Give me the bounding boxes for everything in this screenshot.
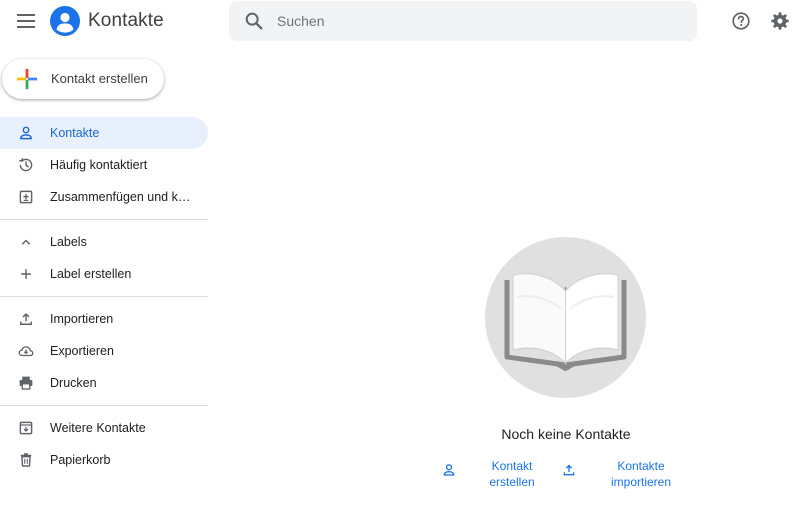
trash-icon (20, 453, 32, 467)
open-book-icon (504, 273, 627, 371)
contacts-logo-icon (56, 12, 74, 33)
archive-icon (19, 421, 33, 435)
sidebar-item-other-contacts[interactable]: Weitere Kontakte (0, 412, 208, 444)
import-contacts-link-line2: importieren (610, 475, 672, 489)
sidebar-divider (0, 405, 208, 406)
sidebar-item-export[interactable]: Exportieren (0, 335, 208, 367)
empty-state-message: Noch keine Kontakte (501, 426, 631, 442)
sidebar-item-label: Zusammenfügen und k… (50, 190, 191, 204)
sidebar-item-frequently-contacted[interactable]: Häufig kontaktiert (0, 149, 208, 181)
empty-state-illustration (485, 237, 646, 398)
sidebar-item-import[interactable]: Importieren (0, 303, 208, 335)
create-contact-link-line2: erstellen (489, 475, 535, 489)
sidebar-item-label: Häufig kontaktiert (50, 158, 148, 172)
sidebar-item-labels-toggle[interactable]: Labels (0, 226, 208, 258)
create-contact-link[interactable]: Kontakt erstellen (441, 458, 545, 490)
create-contact-link-line1: Kontakt (491, 459, 533, 473)
colored-plus-icon (16, 68, 38, 90)
sidebar-item-trash[interactable]: Papierkorb (0, 444, 208, 476)
hamburger-menu-icon (17, 14, 35, 28)
sidebar-nav: Kontakte Häufig kontaktiert Zusammenfüge… (0, 117, 208, 476)
person-icon (443, 464, 455, 476)
sidebar-item-contacts[interactable]: Kontakte (0, 117, 208, 149)
sidebar-item-label: Labels (50, 235, 87, 249)
sidebar-item-label: Exportieren (50, 344, 114, 358)
help-icon (732, 12, 750, 30)
sidebar-item-merge-and-fix[interactable]: Zusammenfügen und k… (0, 181, 208, 213)
create-contact-link-label: Kontakt erstellen (479, 458, 545, 490)
settings-button[interactable] (769, 10, 791, 32)
main-menu-button[interactable] (14, 9, 38, 33)
contacts-logo[interactable] (50, 6, 80, 36)
merge-icon (19, 190, 33, 204)
printer-icon (19, 376, 33, 390)
create-contact-label: Kontakt erstellen (51, 71, 148, 86)
sidebar-item-label: Papierkorb (50, 453, 111, 467)
sidebar-item-label: Weitere Kontakte (50, 421, 146, 435)
sidebar-item-label: Importieren (50, 312, 114, 326)
import-contacts-link[interactable]: Kontakte importieren (561, 458, 681, 490)
gear-icon (771, 12, 789, 30)
person-icon (20, 126, 32, 140)
import-contacts-link-label: Kontakte importieren (601, 458, 681, 490)
history-icon (19, 158, 33, 172)
sidebar-item-label: Label erstellen (50, 267, 132, 281)
sidebar-divider (0, 219, 208, 220)
sidebar-item-label: Drucken (50, 376, 97, 390)
upload-icon (563, 464, 575, 476)
sidebar-item-create-label[interactable]: Label erstellen (0, 258, 208, 290)
chevron-up-icon (21, 239, 31, 245)
search-icon[interactable] (243, 10, 265, 32)
import-contacts-link-line1: Kontakte (617, 459, 665, 473)
plus-icon (21, 269, 31, 279)
search-bar[interactable] (229, 1, 697, 41)
search-input[interactable] (277, 9, 677, 33)
help-button[interactable] (730, 10, 752, 32)
sidebar-divider (0, 296, 208, 297)
sidebar-item-print[interactable]: Drucken (0, 367, 208, 399)
sidebar-item-label: Kontakte (50, 126, 100, 140)
cloud-download-icon (18, 346, 34, 357)
top-app-bar: Kontakte (0, 0, 800, 44)
app-title: Kontakte (88, 10, 164, 31)
create-contact-button[interactable]: Kontakt erstellen (2, 59, 164, 99)
upload-icon (20, 313, 32, 325)
